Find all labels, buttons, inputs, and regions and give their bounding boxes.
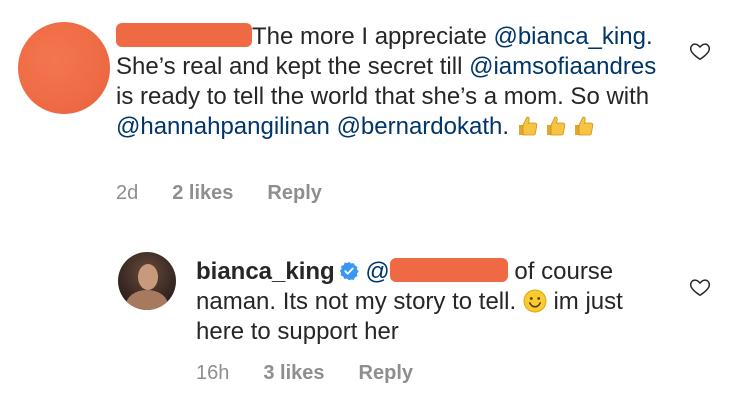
- comment-1-intro: The more I appreciate: [252, 23, 487, 50]
- redacted-mention: [389, 258, 508, 282]
- heart-icon[interactable]: [689, 40, 711, 62]
- comment-1-reply-button[interactable]: Reply: [267, 182, 321, 204]
- verified-badge-icon: [339, 259, 359, 281]
- avatar-shoulder: [126, 290, 168, 310]
- comment-1-meta: 2d 2 likes Reply: [116, 182, 356, 205]
- mention-iamsofiaandres[interactable]: @iamsofiaandres: [469, 53, 656, 80]
- bianca-king-avatar[interactable]: [118, 252, 176, 310]
- comment-2-meta: 16h 3 likes Reply: [196, 362, 447, 385]
- comment-1-time: 2d: [116, 182, 139, 204]
- comment-1-text-part-4: .: [502, 113, 516, 140]
- smile-icon: [523, 289, 547, 313]
- comment-1-text-part-2: is ready to tell the world that she’s a …: [116, 83, 650, 110]
- comment-2-likes[interactable]: 3 likes: [263, 362, 324, 384]
- comment-1-likes[interactable]: 2 likes: [172, 182, 233, 204]
- mention-bernardokath[interactable]: @bernardokath: [337, 113, 503, 140]
- commenter-avatar[interactable]: [18, 22, 110, 114]
- thumbs-up-icon: [516, 114, 540, 138]
- comment-1-text: The more I appreciate @bianca_king. She’…: [116, 22, 676, 142]
- thumbs-up-icon: [544, 114, 568, 138]
- comment-2-mention[interactable]: @: [365, 258, 389, 285]
- comment-2-time: 16h: [196, 362, 230, 384]
- comment-2-reply-button[interactable]: Reply: [359, 362, 413, 384]
- thumbs-up-icon: [572, 114, 596, 138]
- comment-1-text-part-3: [330, 113, 337, 140]
- comment-2-text: bianca_king @ of course naman. Its not m…: [196, 257, 666, 347]
- mention-hannahpangilinan[interactable]: @hannahpangilinan: [116, 113, 330, 140]
- mention-bianca-king[interactable]: @bianca_king: [493, 23, 645, 50]
- heart-icon[interactable]: [689, 276, 711, 298]
- avatar-face: [138, 264, 158, 290]
- redacted-username: [116, 23, 252, 47]
- comment-2-username[interactable]: bianca_king: [196, 258, 335, 285]
